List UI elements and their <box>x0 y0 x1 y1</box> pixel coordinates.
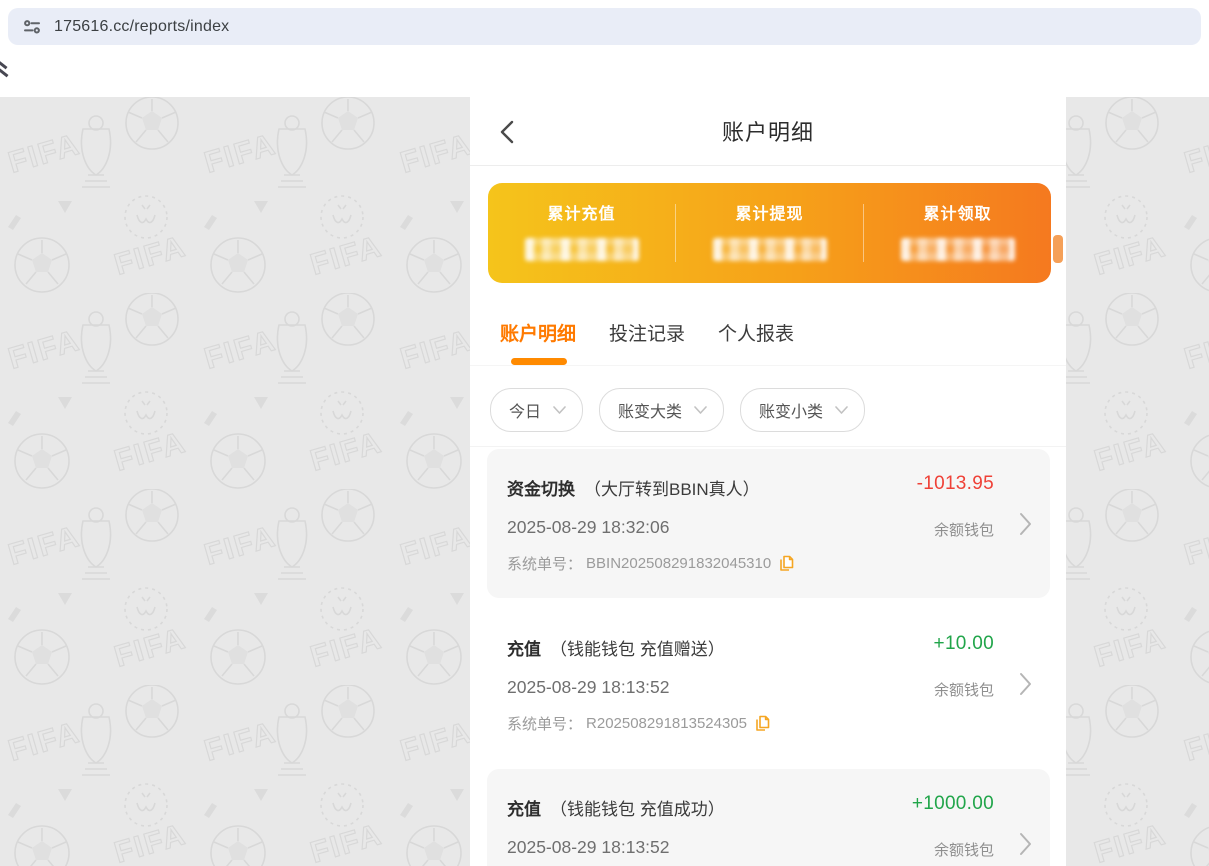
summary-label: 累计充值 <box>488 200 675 224</box>
page-title: 账户明细 <box>470 115 1066 147</box>
chevron-down-icon <box>553 406 566 414</box>
summary-total-withdraw: 累计提现 <box>676 183 863 283</box>
txn-amount: +10.00 <box>934 633 994 655</box>
filter-label: 账变大类 <box>618 398 682 422</box>
filter-label: 今日 <box>509 398 541 422</box>
chevron-right-icon[interactable] <box>1019 832 1032 856</box>
tab-bet-records[interactable]: 投注记录 <box>609 319 685 346</box>
account-detail-panel: 账户明细 累计充值 累计提现 累计领取 账户明细 投注记录 个人报表 今日 <box>470 97 1066 866</box>
chevron-right-icon[interactable] <box>1019 672 1032 696</box>
url-text[interactable]: 175616.cc/reports/index <box>54 18 229 36</box>
txn-type: 充值 <box>507 635 541 660</box>
tab-bar: 账户明细 投注记录 个人报表 <box>470 303 1066 366</box>
txn-amount: -1013.95 <box>917 473 994 495</box>
masked-value <box>713 238 827 261</box>
txn-wallet: 余额钱包 <box>934 679 994 700</box>
filter-label: 账变小类 <box>759 398 823 422</box>
transaction-row[interactable]: 充值 （钱能钱包 充值赠送） 2025-08-29 18:13:52 系统单号：… <box>487 609 1050 758</box>
txn-wallet: 余额钱包 <box>917 519 994 540</box>
txn-subtitle: （钱能钱包 充值赠送） <box>550 635 725 660</box>
copy-icon[interactable] <box>779 555 794 572</box>
txn-order-label: 系统单号： <box>507 553 582 574</box>
txn-order-label: 系统单号： <box>507 713 582 734</box>
carousel-next-card-peek[interactable] <box>1053 235 1063 263</box>
txn-subtitle: （大厅转到BBIN真人） <box>584 475 760 500</box>
txn-wallet: 余额钱包 <box>912 839 994 860</box>
chevron-down-icon <box>694 406 707 414</box>
txn-type: 资金切换 <box>507 475 575 500</box>
tab-personal-report[interactable]: 个人报表 <box>718 319 794 346</box>
transaction-list: 资金切换 （大厅转到BBIN真人） 2025-08-29 18:32:06 系统… <box>487 449 1050 866</box>
txn-type: 充值 <box>507 795 541 820</box>
filter-minor-type-dropdown[interactable]: 账变小类 <box>740 388 865 432</box>
summary-total-deposit: 累计充值 <box>488 183 675 283</box>
txn-order-number: BBIN202508291832045310 <box>586 555 771 572</box>
summary-label: 累计领取 <box>864 200 1051 224</box>
masked-value <box>901 238 1015 261</box>
chevron-down-icon <box>835 406 848 414</box>
summary-label: 累计提现 <box>676 200 863 224</box>
summary-card: 累计充值 累计提现 累计领取 <box>488 183 1051 283</box>
active-tab-indicator <box>511 358 567 365</box>
summary-total-claim: 累计领取 <box>864 183 1051 283</box>
txn-order-number: R202508291813524305 <box>586 715 747 732</box>
txn-subtitle: （钱能钱包 充值成功） <box>550 795 725 820</box>
browser-toolbar: 175616.cc/reports/index <box>0 0 1209 52</box>
transaction-row[interactable]: 充值 （钱能钱包 充值成功） 2025-08-29 18:13:52 系统单号：… <box>487 769 1050 866</box>
filter-major-type-dropdown[interactable]: 账变大类 <box>599 388 724 432</box>
site-settings-icon[interactable] <box>22 17 42 37</box>
chevron-right-icon[interactable] <box>1019 512 1032 536</box>
txn-amount: +1000.00 <box>912 793 994 815</box>
tab-account-detail[interactable]: 账户明细 <box>500 319 576 346</box>
address-bar[interactable]: 175616.cc/reports/index <box>8 8 1201 45</box>
filter-bar: 今日 账变大类 账变小类 <box>470 375 1066 447</box>
copy-icon[interactable] <box>755 715 770 732</box>
transaction-row[interactable]: 资金切换 （大厅转到BBIN真人） 2025-08-29 18:32:06 系统… <box>487 449 1050 598</box>
clipped-glyph-fragment <box>0 60 9 82</box>
masked-value <box>525 238 639 261</box>
panel-header: 账户明细 <box>470 97 1066 166</box>
filter-date-dropdown[interactable]: 今日 <box>490 388 583 432</box>
